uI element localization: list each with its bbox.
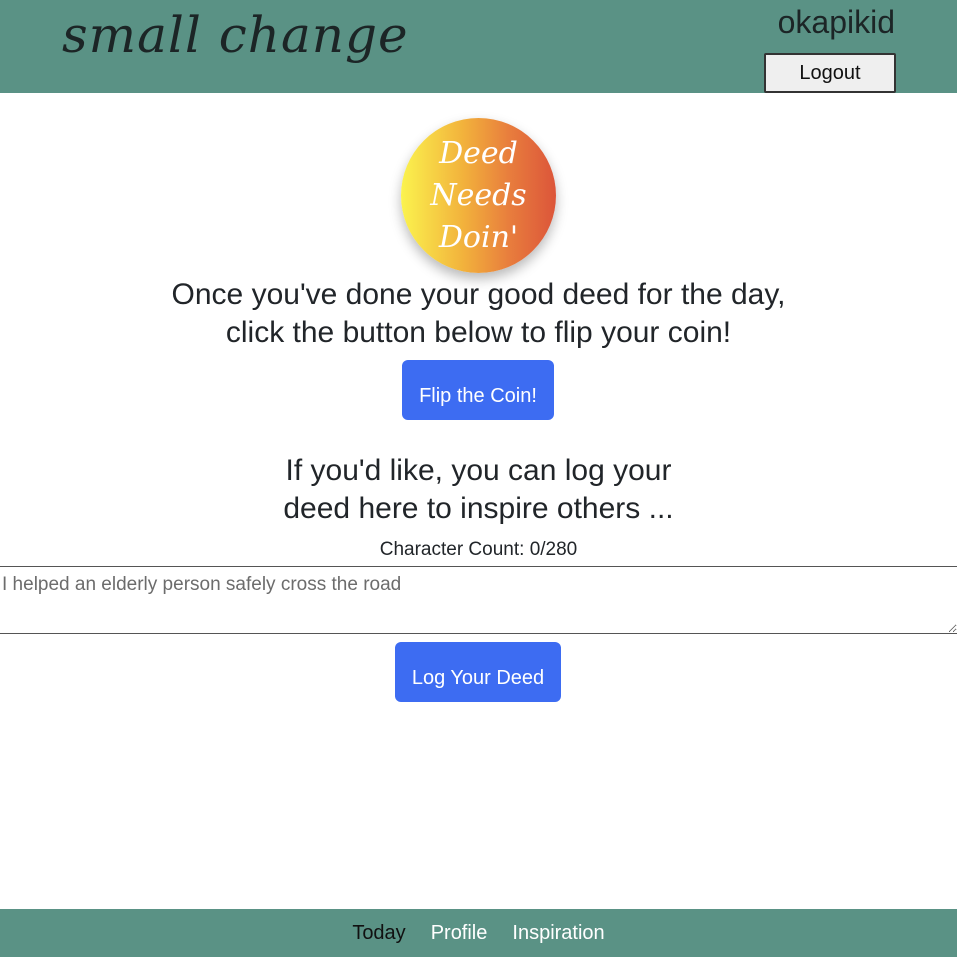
app-header: small change okapikid Logout — [0, 0, 957, 93]
coin-text-line: Doin' — [438, 219, 519, 255]
nav-profile[interactable]: Profile — [431, 922, 488, 945]
username-label: okapikid — [777, 4, 895, 40]
nav-today[interactable]: Today — [352, 922, 405, 945]
nav-inspiration[interactable]: Inspiration — [512, 922, 604, 945]
instruction-line: Once you've done your good deed for the … — [171, 278, 786, 311]
page: small change okapikid Logout Deed Needs … — [0, 0, 957, 957]
instruction-line: click the button below to flip your coin… — [225, 316, 732, 349]
coin-text-line: Deed — [439, 135, 518, 171]
deed-textarea[interactable] — [0, 566, 957, 634]
flip-instruction: Once you've done your good deed for the … — [0, 276, 957, 352]
app-logo-title[interactable]: small change — [62, 6, 409, 64]
log-deed-button[interactable]: Log Your Deed — [395, 642, 561, 702]
flip-coin-button[interactable]: Flip the Coin! — [402, 360, 554, 420]
log-deed-prompt: If you'd like, you can log your deed her… — [0, 452, 957, 528]
footer-nav: Today Profile Inspiration — [0, 909, 957, 957]
character-count: Character Count: 0/280 — [379, 539, 578, 560]
deed-coin: Deed Needs Doin' — [401, 118, 556, 273]
coin-text-line: Needs — [430, 177, 527, 213]
logout-button[interactable]: Logout — [764, 53, 896, 93]
prompt-line: If you'd like, you can log your — [285, 454, 672, 487]
prompt-line: deed here to inspire others ... — [283, 492, 674, 525]
